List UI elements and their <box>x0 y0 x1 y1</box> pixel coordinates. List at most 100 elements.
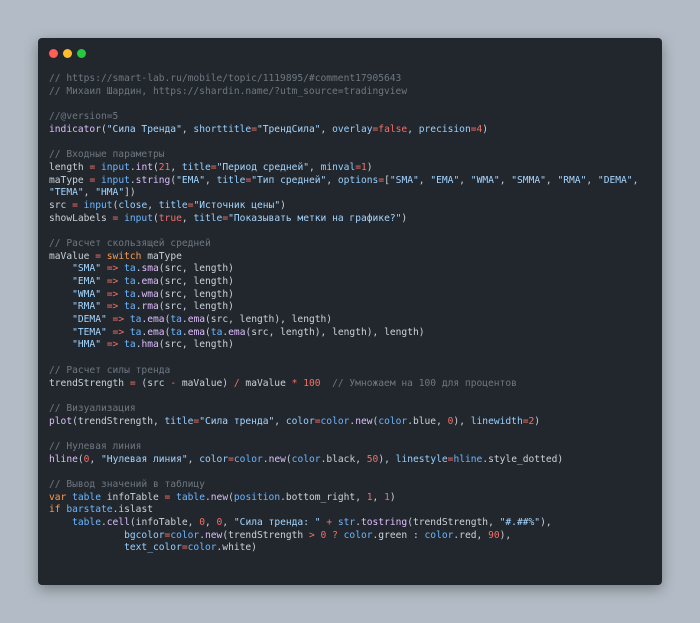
code-token: "Нулевая линия" <box>101 453 188 465</box>
code-token: (src, length), length), length) <box>245 326 425 338</box>
code-token: false <box>378 123 408 135</box>
code-token: hma <box>141 339 159 351</box>
code-token: input <box>124 212 153 224</box>
code-token: "Сила Тренда" <box>106 123 182 135</box>
code-token: , <box>181 212 194 224</box>
code-token: , <box>181 123 194 135</box>
code-line: var table infoTable = table.new(position… <box>49 492 638 505</box>
code-token: // Расчет скользящей средней <box>49 237 211 249</box>
code-token: ta <box>124 301 136 313</box>
code-token: (src, length) <box>158 276 234 287</box>
code-line: maType = input.string("EMA", title="Тип … <box>49 175 638 188</box>
code-token: ) <box>389 491 396 503</box>
code-line: hline(0, "Нулевая линия", color=color.ne… <box>49 454 638 467</box>
code-token: cell <box>106 517 130 529</box>
code-token: , <box>372 491 385 503</box>
code-line: // Расчет силы тренда <box>49 365 638 378</box>
code-token: input <box>83 199 113 211</box>
code-token: linestyle <box>395 453 448 465</box>
code-token: ta <box>124 339 136 351</box>
code-token: color <box>285 415 315 427</box>
code-token: // Нулевая линия <box>49 440 142 452</box>
code-token: options <box>337 174 379 186</box>
window-controls <box>49 49 86 58</box>
code-line: // Расчет скользящей средней <box>49 238 638 251</box>
code-token: "EMA" <box>72 276 101 287</box>
code-token: "Показывать метки на графике?" <box>228 212 402 224</box>
close-dot-icon[interactable] <box>49 49 58 58</box>
code-token: , <box>418 174 431 186</box>
code-token: overlay <box>332 123 373 135</box>
code-token: "SMA" <box>389 174 419 186</box>
code-token: "HMA" <box>95 187 125 199</box>
minimize-dot-icon[interactable] <box>63 49 72 58</box>
code-token: ) <box>534 415 541 427</box>
code-token: "DEMA" <box>597 174 633 186</box>
code-token: (src <box>135 377 171 389</box>
code-line: "TEMA", "HMA"]) <box>49 187 638 200</box>
code-token: => <box>106 263 119 275</box>
code-line: src = input(close, title="Источник цены"… <box>49 200 638 213</box>
code-token: color <box>291 453 321 465</box>
code-token: string <box>135 174 171 186</box>
code-token: wma <box>141 288 159 300</box>
code-token: ta <box>210 326 223 338</box>
code-token: input <box>101 174 130 186</box>
code-line: trendStrength = (src - maValue) / maValu… <box>49 378 638 391</box>
code-token: color <box>320 415 350 427</box>
code-token: "EMA" <box>430 174 460 186</box>
code-token: title <box>193 212 223 224</box>
code-line: // Вывод значений в таблицу <box>49 479 638 492</box>
code-token: table <box>72 491 101 503</box>
code-token: => <box>106 288 119 300</box>
code-line: // Нулевая линия <box>49 441 638 454</box>
code-token: , <box>170 161 182 173</box>
code-token: => <box>112 326 125 338</box>
code-token: , <box>309 161 321 173</box>
code-token: ema <box>187 314 206 326</box>
code-token: color <box>233 453 263 465</box>
code-token: int <box>135 161 153 173</box>
code-token: .bottom_right, <box>280 491 367 503</box>
maximize-dot-icon[interactable] <box>77 49 86 58</box>
code-token: (src, length) <box>158 288 234 300</box>
code-token: "Сила тренда" <box>199 415 275 427</box>
code-token: color <box>187 542 217 554</box>
code-line: showLabels = input(true, title="Показыва… <box>49 213 638 226</box>
code-token: color <box>378 415 408 427</box>
code-token: var <box>49 491 67 503</box>
code-token: "Период средней" <box>216 161 309 173</box>
code-token: "Сила тренда: " <box>233 517 321 529</box>
code-line: // https://smart-lab.ru/mobile/topic/111… <box>49 73 638 86</box>
code-token: ema <box>187 326 206 338</box>
code-token: ]) <box>124 187 136 199</box>
code-token: tostring <box>360 517 408 529</box>
code-token: "EMA" <box>176 174 205 186</box>
code-token: ) <box>366 161 373 173</box>
code-token: // Расчет силы тренда <box>49 364 171 376</box>
code-token: maType <box>49 174 90 186</box>
code-token: ) <box>401 212 408 224</box>
code-token: , <box>632 174 639 186</box>
code-token: (src, length) <box>158 263 234 275</box>
code-token: (trendStrength <box>222 529 309 541</box>
code-line: "SMA" => ta.sma(src, length) <box>49 263 638 276</box>
code-token: , <box>407 123 419 135</box>
code-token: bgcolor <box>124 529 165 541</box>
code-token: new <box>204 529 223 541</box>
code-token: , <box>205 174 217 186</box>
code-token: 90 <box>488 529 500 541</box>
code-token: "Тип средней" <box>251 174 327 186</box>
code-token: ema <box>141 276 159 287</box>
code-line: if barstate.islast <box>49 504 638 517</box>
code-token: , <box>459 174 471 186</box>
code-token: , <box>320 123 333 135</box>
